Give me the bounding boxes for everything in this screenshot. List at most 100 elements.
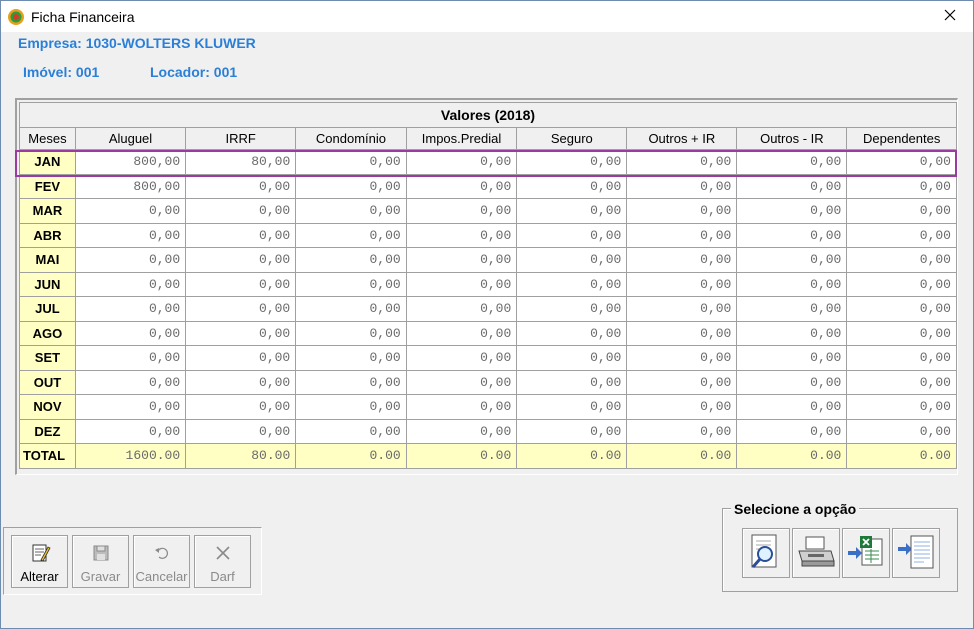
value-cell[interactable]: 0,00 [626, 271, 738, 297]
value-cell[interactable]: 0,00 [405, 369, 518, 395]
value-cell[interactable]: 0,00 [405, 418, 518, 444]
column-header[interactable]: Aluguel [74, 127, 187, 150]
value-cell[interactable]: 0,00 [846, 198, 957, 224]
value-cell[interactable]: 0,00 [516, 369, 628, 395]
value-cell[interactable]: 0,00 [846, 222, 957, 248]
value-cell[interactable]: 0,00 [185, 418, 297, 444]
value-cell[interactable]: 800,00 [74, 149, 187, 175]
value-cell[interactable]: 0,00 [405, 173, 518, 199]
close-button[interactable] [927, 1, 973, 32]
month-cell[interactable]: DEZ [19, 418, 76, 444]
value-cell[interactable]: 0,00 [516, 222, 628, 248]
month-cell[interactable]: FEV [19, 173, 76, 199]
value-cell[interactable]: 0,00 [626, 222, 738, 248]
value-cell[interactable]: 0,00 [405, 198, 518, 224]
month-cell[interactable]: MAI [19, 247, 76, 273]
table-row[interactable]: NOV 0,00 0,00 0,00 0,00 0,00 0,00 0,00 0,00 [19, 394, 957, 420]
value-cell[interactable]: 0,00 [185, 345, 297, 371]
value-cell[interactable]: 0,00 [736, 247, 848, 273]
value-cell[interactable]: 0,00 [736, 271, 848, 297]
value-cell[interactable]: 0,00 [74, 271, 187, 297]
print-preview-button[interactable] [742, 528, 790, 578]
value-cell[interactable]: 0,00 [846, 418, 957, 444]
value-cell[interactable]: 0,00 [295, 394, 407, 420]
value-cell[interactable]: 0,00 [626, 418, 738, 444]
value-cell[interactable]: 0,00 [626, 198, 738, 224]
value-cell[interactable]: 0,00 [185, 271, 297, 297]
value-cell[interactable]: 0,00 [516, 296, 628, 322]
value-cell[interactable]: 0,00 [74, 418, 187, 444]
value-cell[interactable]: 0,00 [626, 296, 738, 322]
column-header[interactable]: Condomínio [295, 127, 407, 150]
value-cell[interactable]: 0,00 [736, 222, 848, 248]
value-cell[interactable]: 0,00 [626, 345, 738, 371]
value-cell[interactable]: 0,00 [185, 247, 297, 273]
value-cell[interactable]: 0,00 [295, 149, 407, 175]
month-cell[interactable]: ABR [19, 222, 76, 248]
export-excel-button[interactable] [842, 528, 890, 578]
table-row[interactable]: DEZ 0,00 0,00 0,00 0,00 0,00 0,00 0,00 0,00 [19, 418, 957, 444]
month-cell[interactable]: SET [19, 345, 76, 371]
column-header[interactable]: Meses [19, 127, 76, 150]
value-cell[interactable]: 0,00 [405, 345, 518, 371]
value-cell[interactable]: 0,00 [405, 247, 518, 273]
value-cell[interactable]: 0,00 [405, 149, 518, 175]
value-cell[interactable]: 0,00 [74, 198, 187, 224]
value-cell[interactable]: 0,00 [736, 320, 848, 346]
value-cell[interactable]: 0,00 [185, 198, 297, 224]
value-cell[interactable]: 0,00 [516, 198, 628, 224]
value-cell[interactable]: 800,00 [74, 173, 187, 199]
table-row[interactable]: FEV 800,00 0,00 0,00 0,00 0,00 0,00 0,00 0,00 [19, 173, 957, 199]
month-cell[interactable]: AGO [19, 320, 76, 346]
value-cell[interactable]: 0,00 [516, 394, 628, 420]
month-cell[interactable]: JUL [19, 296, 76, 322]
month-cell[interactable]: MAR [19, 198, 76, 224]
value-cell[interactable]: 0,00 [626, 149, 738, 175]
value-cell[interactable]: 0,00 [405, 296, 518, 322]
column-header[interactable]: Dependentes [846, 127, 957, 150]
value-cell[interactable]: 0,00 [295, 271, 407, 297]
cancelar-button[interactable]: Cancelar [133, 535, 190, 588]
value-cell[interactable]: 0,00 [736, 198, 848, 224]
value-cell[interactable]: 0,00 [516, 271, 628, 297]
value-cell[interactable]: 0,00 [185, 222, 297, 248]
value-cell[interactable]: 0,00 [185, 394, 297, 420]
column-header[interactable]: IRRF [185, 127, 297, 150]
value-cell[interactable]: 0,00 [846, 296, 957, 322]
value-cell[interactable]: 0,00 [405, 271, 518, 297]
value-cell[interactable]: 0,00 [405, 222, 518, 248]
value-cell[interactable]: 0,00 [74, 369, 187, 395]
table-row[interactable]: OUT 0,00 0,00 0,00 0,00 0,00 0,00 0,00 0,00 [19, 369, 957, 395]
column-header[interactable]: Outros + IR [626, 127, 738, 150]
value-cell[interactable]: 0,00 [74, 222, 187, 248]
table-row[interactable]: MAI 0,00 0,00 0,00 0,00 0,00 0,00 0,00 0,00 [19, 247, 957, 273]
value-cell[interactable]: 0,00 [846, 271, 957, 297]
value-cell[interactable]: 0,00 [295, 369, 407, 395]
value-cell[interactable]: 0,00 [74, 247, 187, 273]
value-cell[interactable]: 0,00 [74, 296, 187, 322]
value-cell[interactable]: 0,00 [185, 320, 297, 346]
print-button[interactable] [792, 528, 840, 578]
value-cell[interactable]: 0,00 [74, 320, 187, 346]
table-row[interactable]: MAR 0,00 0,00 0,00 0,00 0,00 0,00 0,00 0,00 [19, 198, 957, 224]
value-cell[interactable]: 80,00 [185, 149, 297, 175]
value-cell[interactable]: 0,00 [295, 345, 407, 371]
month-cell[interactable]: NOV [19, 394, 76, 420]
value-cell[interactable]: 0,00 [846, 394, 957, 420]
value-cell[interactable]: 0,00 [516, 320, 628, 346]
value-cell[interactable]: 0,00 [516, 173, 628, 199]
value-cell[interactable]: 0,00 [736, 149, 848, 175]
value-cell[interactable]: 0,00 [736, 173, 848, 199]
value-cell[interactable]: 0,00 [405, 394, 518, 420]
value-cell[interactable]: 0,00 [405, 320, 518, 346]
darf-button[interactable]: Darf [194, 535, 251, 588]
value-cell[interactable]: 0,00 [295, 222, 407, 248]
value-cell[interactable]: 0,00 [516, 418, 628, 444]
value-cell[interactable]: 0,00 [736, 418, 848, 444]
value-cell[interactable]: 0,00 [626, 369, 738, 395]
valores-grid[interactable]: Valores (2018) Meses Aluguel IRRF Condomíni… [15, 98, 958, 475]
value-cell[interactable]: 0,00 [626, 320, 738, 346]
table-row[interactable]: JUN 0,00 0,00 0,00 0,00 0,00 0,00 0,00 0,00 [19, 271, 957, 297]
value-cell[interactable]: 0,00 [626, 173, 738, 199]
alterar-button[interactable]: Alterar [11, 535, 68, 588]
